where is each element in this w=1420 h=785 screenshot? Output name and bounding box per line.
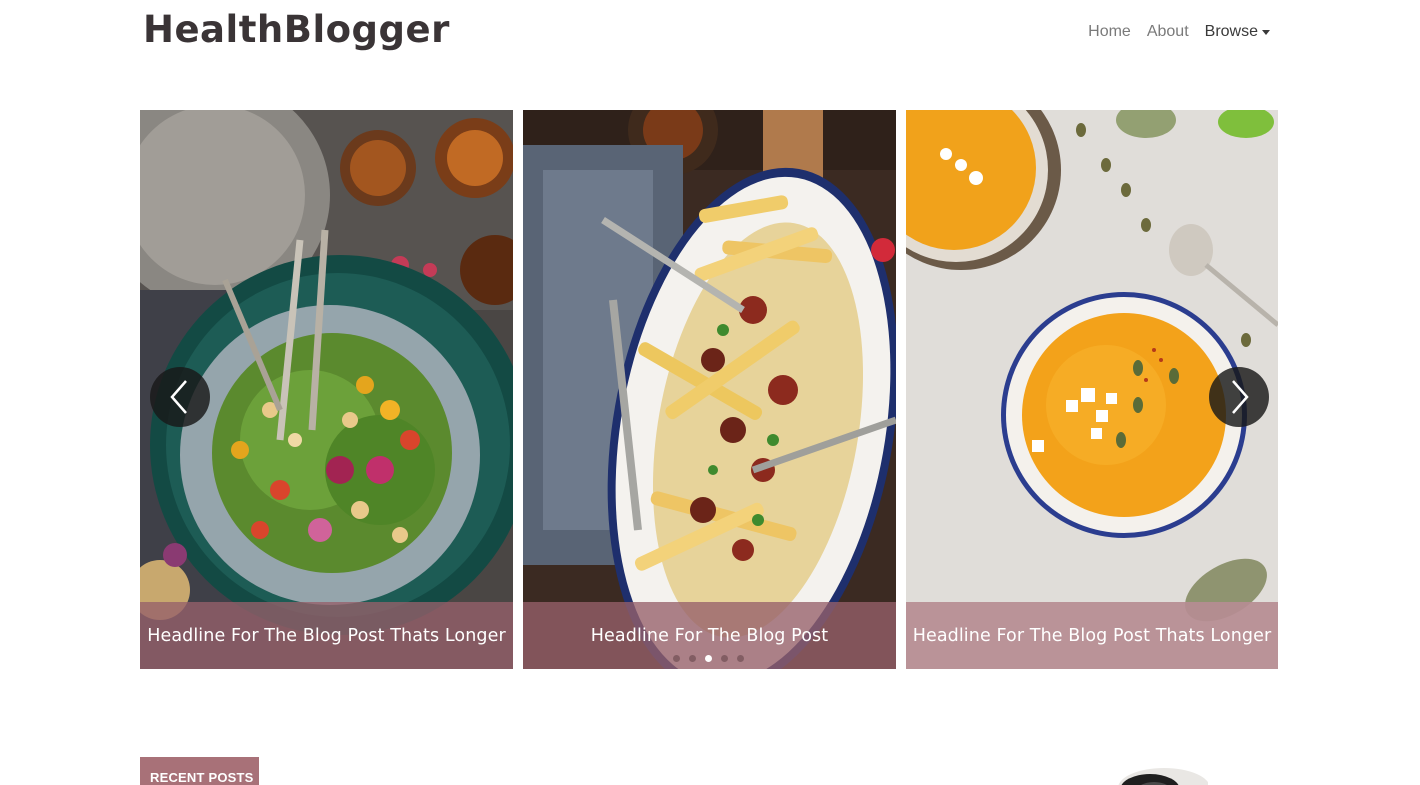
fries-photo <box>523 110 896 669</box>
slide-caption: Headline For The Blog Post Thats Longer <box>140 602 513 669</box>
nav-browse-dropdown[interactable]: Browse <box>1205 20 1270 44</box>
carousel-slide[interactable]: Headline For The Blog Post <box>523 110 896 669</box>
carousel-indicators <box>673 655 744 662</box>
slide-headline[interactable]: Headline For The Blog Post <box>591 626 828 646</box>
nav-about-link[interactable]: About <box>1147 20 1189 44</box>
main-nav: Home About Browse <box>1072 20 1270 44</box>
nav-browse-label: Browse <box>1204 23 1258 40</box>
slide-headline[interactable]: Headline For The Blog Post Thats Longer <box>147 626 506 646</box>
chevron-right-icon <box>1232 380 1249 414</box>
post-thumbnail-partial <box>1112 766 1210 785</box>
carousel-indicator[interactable] <box>737 655 744 662</box>
site-logo[interactable]: HealthBlogger <box>143 6 450 54</box>
carousel-indicator-active[interactable] <box>705 655 712 662</box>
carousel-indicator[interactable] <box>721 655 728 662</box>
carousel-indicator[interactable] <box>689 655 696 662</box>
carousel-prev-button[interactable] <box>150 367 210 427</box>
recent-posts-heading: RECENT POSTS <box>140 757 259 785</box>
caret-down-icon <box>1262 30 1270 35</box>
slide-caption: Headline For The Blog Post Thats Longer <box>906 602 1278 669</box>
chevron-left-icon <box>170 380 187 414</box>
nav-home-link[interactable]: Home <box>1088 20 1131 44</box>
carousel-next-button[interactable] <box>1209 367 1269 427</box>
carousel-indicator[interactable] <box>673 655 680 662</box>
featured-carousel: Headline For The Blog Post Thats Longer <box>140 110 1278 669</box>
slide-headline[interactable]: Headline For The Blog Post Thats Longer <box>913 626 1272 646</box>
